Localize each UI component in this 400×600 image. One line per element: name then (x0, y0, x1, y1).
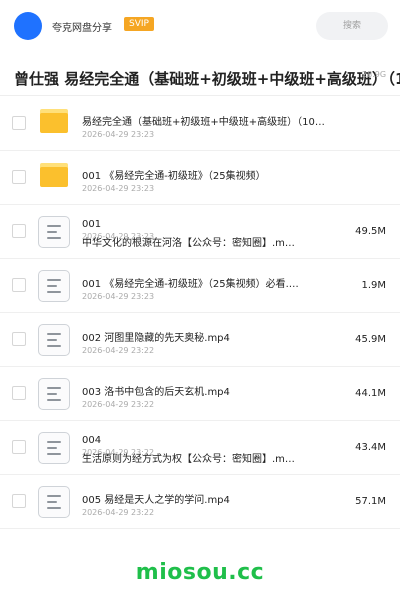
document-icon (38, 216, 70, 248)
header: 夸克网盘分享 SVIP (0, 0, 400, 52)
file-size: 49.5M (355, 226, 386, 237)
document-icon (38, 270, 70, 302)
file-size: 43.4M (355, 442, 386, 453)
document-icon (38, 486, 70, 518)
file-date: 2026-04-29 23:23 (82, 184, 155, 193)
list-item[interactable]: 易经完全通（基础班+初级班+中级班+高级班）（10… 2026-04-29 23… (0, 97, 400, 151)
checkbox[interactable] (12, 170, 26, 184)
file-list: 易经完全通（基础班+初级班+中级班+高级班）（10… 2026-04-29 23… (0, 97, 400, 529)
checkbox[interactable] (12, 116, 26, 130)
checkbox[interactable] (12, 440, 26, 454)
file-name: 003 洛书中包含的后天玄机.mp4 (82, 387, 230, 398)
checkbox[interactable] (12, 386, 26, 400)
svip-badge: SVIP (124, 17, 154, 31)
file-name: 005 易经是天人之学的学问.mp4 (82, 495, 230, 506)
list-item[interactable]: 002 河图里隐藏的先天奥秘.mp4 2026-04-29 23:22 45.9… (0, 313, 400, 367)
file-date: 2026-04-29 23:22 (82, 508, 155, 517)
search-input[interactable] (316, 12, 388, 40)
list-item[interactable]: 003 洛书中包含的后天玄机.mp4 2026-04-29 23:22 44.1… (0, 367, 400, 421)
document-icon (38, 432, 70, 464)
file-date: 2026-04-29 23:22 (82, 346, 155, 355)
list-item[interactable]: 001 《易经完全通-初级班》（25集视频） 2026-04-29 23:23 (0, 151, 400, 205)
page-title-overflow: （10 (380, 70, 400, 88)
file-name: 001 《易经完全通-初级班》（25集视频） (82, 171, 266, 182)
folder-icon (40, 163, 68, 187)
file-name: 002 河图里隐藏的先天奥秘.mp4 (82, 333, 230, 344)
checkbox[interactable] (12, 494, 26, 508)
file-size: 57.1M (355, 496, 386, 507)
checkbox[interactable] (12, 224, 26, 238)
list-item[interactable]: 005 易经是天人之学的学问.mp4 2026-04-29 23:22 57.1… (0, 475, 400, 529)
watermark: miosou.cc (135, 560, 265, 585)
checkbox[interactable] (12, 332, 26, 346)
file-date: 2026-04-29 23:22 (82, 400, 155, 409)
file-name: 001 《易经完全通-初级班》（25集视频）必看.… (82, 279, 299, 290)
avatar[interactable] (14, 12, 42, 40)
checkbox[interactable] (12, 278, 26, 292)
list-item[interactable]: 001 2026-04-29 23:23 中华文化的根源在河洛【公众号：密知圈】… (0, 205, 400, 259)
folder-icon (40, 109, 68, 133)
file-date: 2026-04-29 23:23 (82, 130, 155, 139)
page-title: 曾仕强 易经完全通（基础班+初级班+中级班+高级班） (14, 70, 387, 88)
file-date: 2026-04-29 23:23 (82, 292, 155, 301)
document-icon (38, 324, 70, 356)
file-name-line2: 中华文化的根源在河洛【公众号：密知圈】.m… (82, 238, 295, 249)
site-name: 夸克网盘分享 (52, 23, 112, 34)
file-size: 45.9M (355, 334, 386, 345)
title-bar: 曾仕强 易经完全通（基础班+初级班+中级班+高级班） 28.9G （10 (0, 60, 400, 96)
file-name: 004 (82, 435, 102, 446)
document-icon (38, 378, 70, 410)
file-name-line2: 生活原则为经方式为权【公众号：密知圈】.m… (82, 454, 295, 465)
file-name: 001 (82, 219, 102, 230)
file-name: 易经完全通（基础班+初级班+中级班+高级班）（10… (82, 117, 325, 128)
file-size: 44.1M (355, 388, 386, 399)
list-item[interactable]: 001 《易经完全通-初级班》（25集视频）必看.… 2026-04-29 23… (0, 259, 400, 313)
file-size: 1.9M (361, 280, 386, 291)
list-item[interactable]: 004 2026-04-29 23:22 生活原则为经方式为权【公众号：密知圈】… (0, 421, 400, 475)
